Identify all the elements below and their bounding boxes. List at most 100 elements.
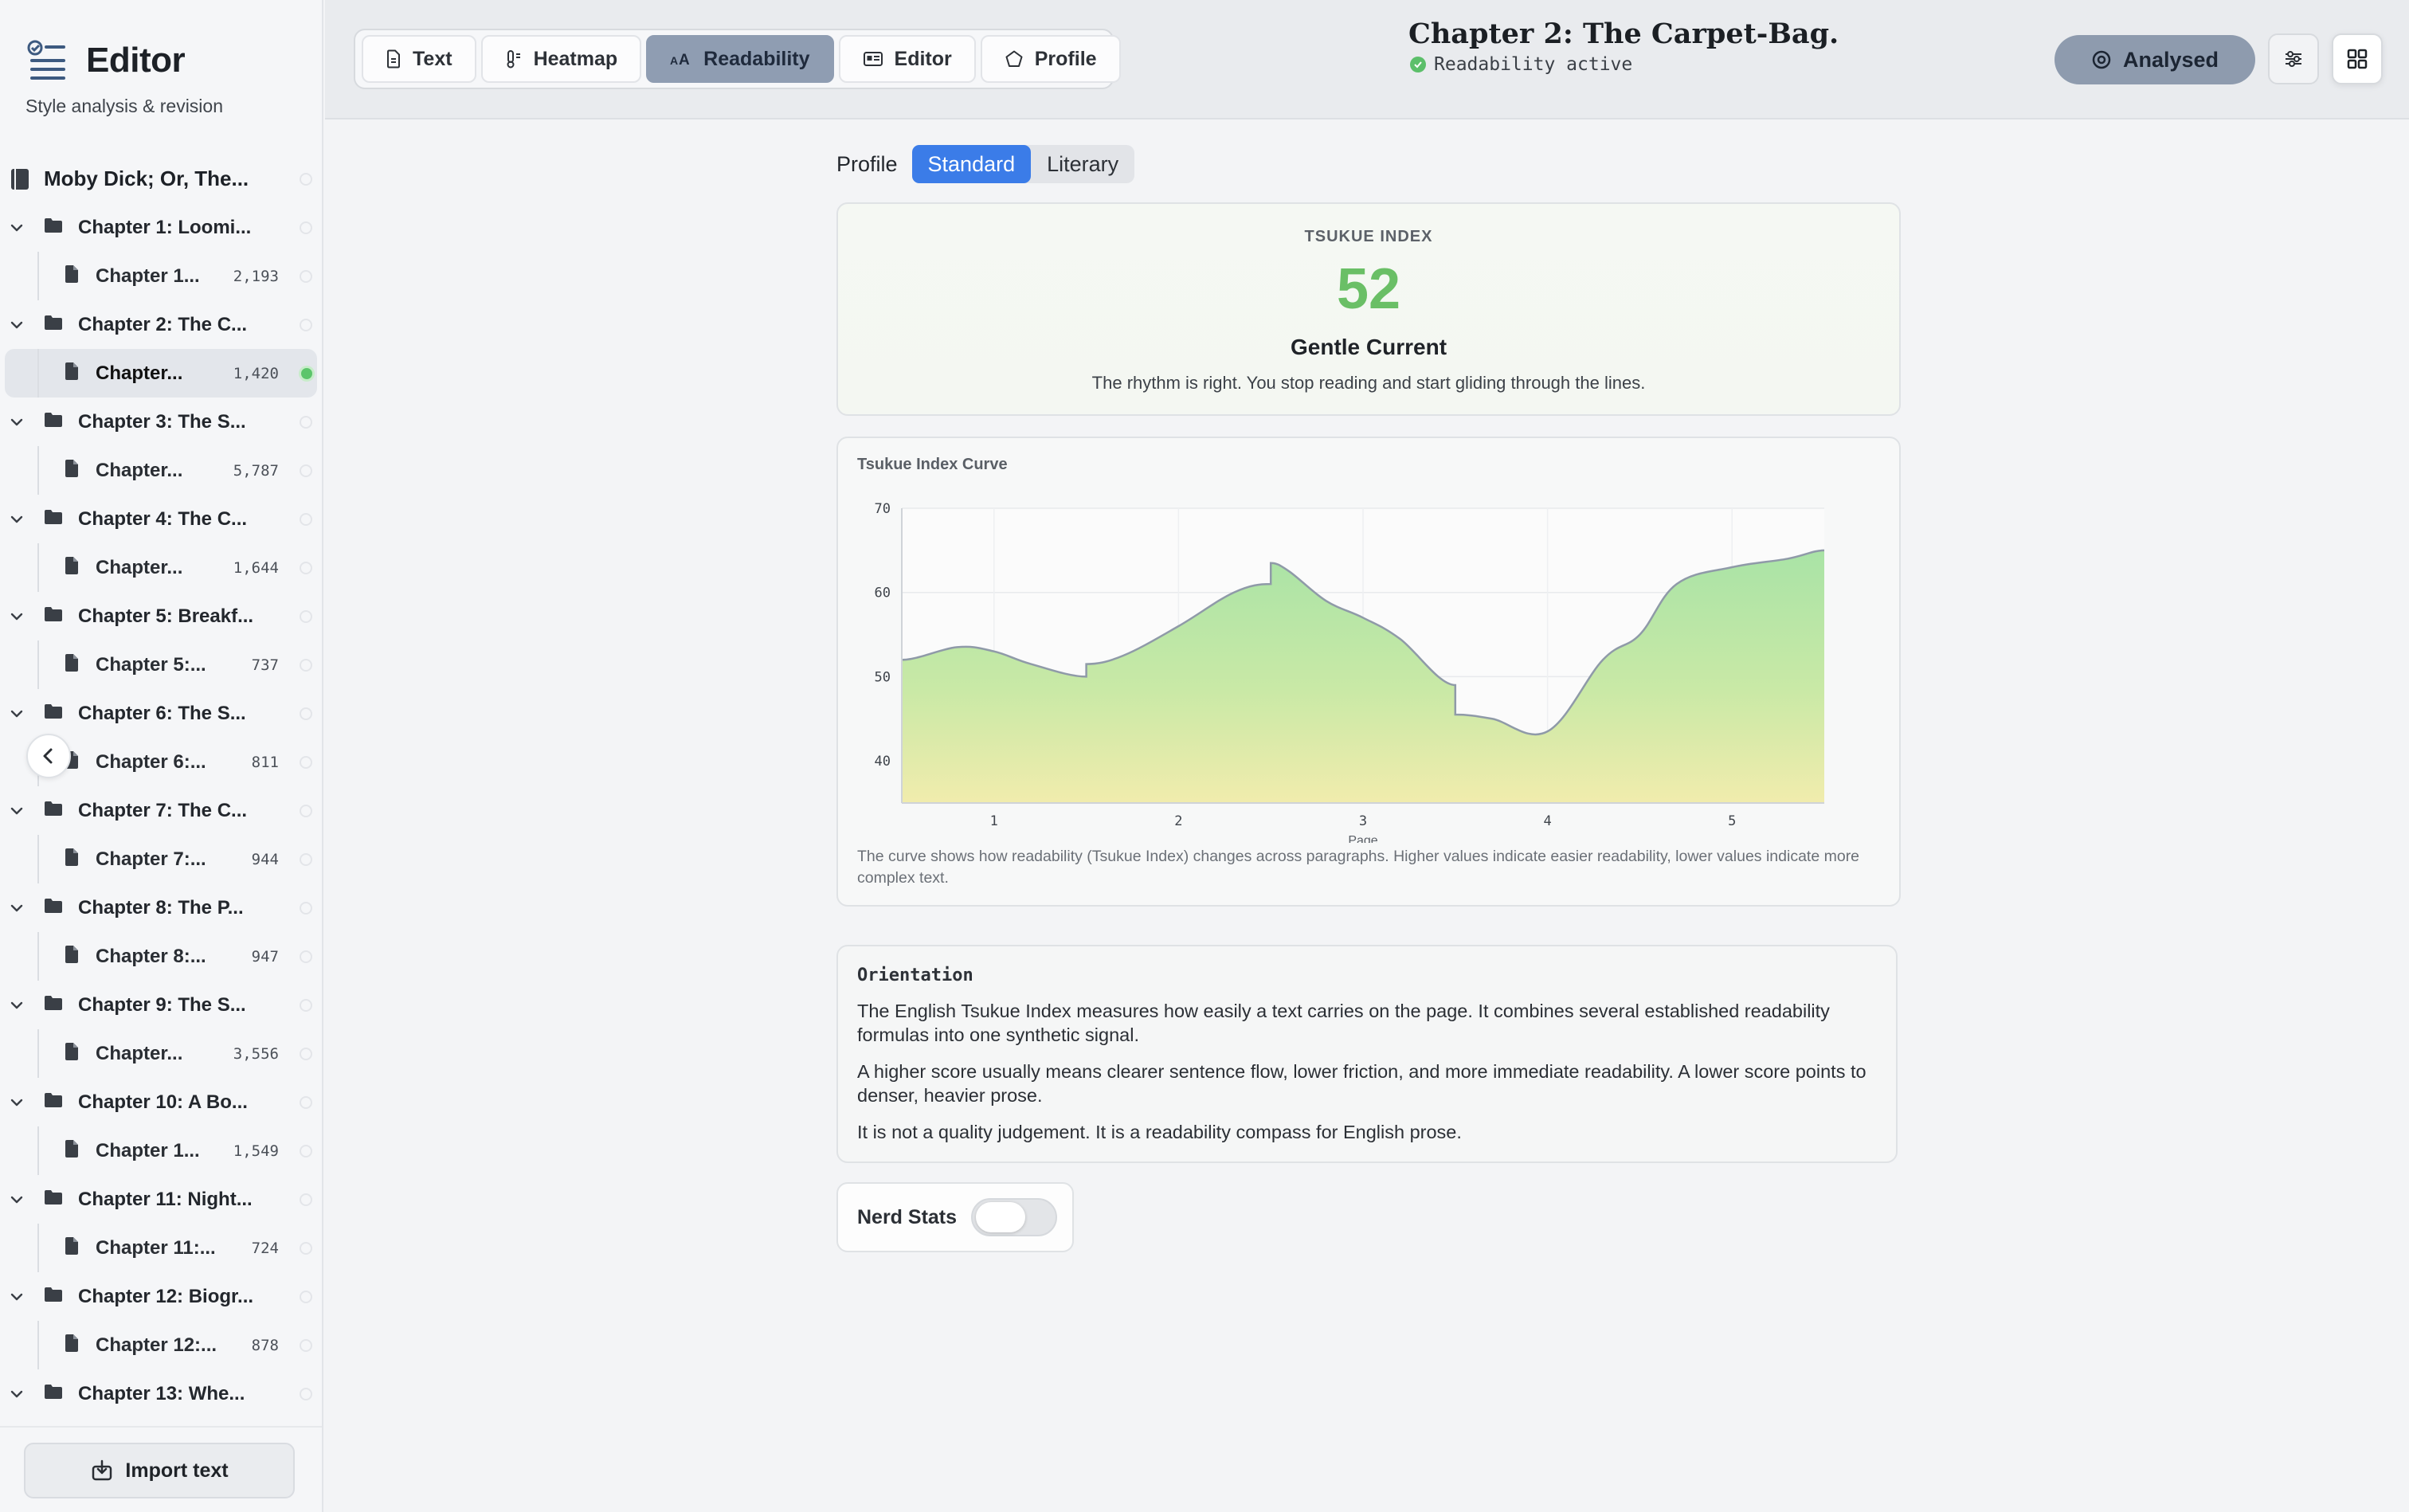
status-dot [300,172,312,186]
tree-document[interactable]: Chapter 1... 2,193 [0,252,322,300]
folder-label: Chapter 13: Whe... [78,1382,245,1404]
tree-book[interactable]: Moby Dick; Or, The... [0,155,322,203]
tab-text[interactable]: Text [362,35,476,83]
status-dot [300,901,312,915]
tree-chapter-folder[interactable]: Chapter 13: Whe... [0,1369,322,1418]
tree-chapter-folder[interactable]: Chapter 9: The S... [0,981,322,1029]
nerd-stats-toggle[interactable] [971,1198,1058,1236]
grid-icon [2347,49,2368,69]
tree-chapter-folder[interactable]: Chapter 8: The P... [0,883,322,932]
nerd-stats-card: Nerd Stats [836,1182,1074,1252]
index-description: The rhythm is right. You stop reading an… [1091,373,1646,393]
tree-chapter-folder[interactable]: Chapter 11: Night... [0,1175,322,1224]
tree-chapter-folder[interactable]: Chapter 5: Breakf... [0,592,322,640]
tree-document[interactable]: Chapter 11:... 724 [0,1224,322,1272]
chevron-down-icon[interactable] [8,413,25,431]
tree-document[interactable]: Chapter... 1,420 [5,349,317,398]
text-size-icon: AA [670,50,692,68]
folder-icon [43,411,64,433]
tab-editor[interactable]: Editor [838,35,976,83]
import-icon [92,1459,112,1481]
tree-document[interactable]: Chapter 5:... 737 [0,640,322,689]
chevron-down-icon[interactable] [8,1288,25,1306]
word-count: 3,556 [233,1044,279,1063]
index-kicker: TSUKUE INDEX [1304,228,1433,245]
tab-profile[interactable]: Profile [980,35,1121,83]
chevron-down-icon[interactable] [8,997,25,1014]
x-axis-label: Page [1348,834,1377,843]
id-card-icon [863,50,883,68]
chevron-down-icon[interactable] [8,511,25,528]
chevron-down-icon[interactable] [8,316,25,334]
chevron-down-icon[interactable] [8,802,25,820]
tree-guide-line [37,1029,39,1078]
tree-document[interactable]: Chapter 7:... 944 [0,835,322,883]
tree-chapter-folder[interactable]: Chapter 3: The S... [0,398,322,446]
chevron-down-icon[interactable] [8,899,25,917]
settings-button[interactable] [2268,33,2319,84]
profile-option-standard[interactable]: Standard [911,145,1032,183]
status-dot [300,609,312,623]
chevron-down-icon[interactable] [8,1191,25,1208]
document-icon [64,556,80,579]
document-label: Chapter 8:... [96,945,206,967]
chevron-down-icon[interactable] [8,1385,25,1403]
tree-document[interactable]: Chapter... 1,644 [0,543,322,592]
status-dot [300,221,312,234]
tree-guide-line [37,640,39,689]
tab-heatmap[interactable]: Heatmap [480,35,642,83]
app-title: Editor [86,41,186,80]
tree-chapter-folder[interactable]: Chapter 12: Biogr... [0,1272,322,1321]
status-dot [300,269,312,283]
collapse-sidebar-button[interactable] [26,734,71,778]
chapter-title: Chapter 2: The Carpet-Bag. [1408,18,1839,50]
book-title: Moby Dick; Or, The... [44,166,249,190]
document-label: Chapter 12:... [96,1334,217,1356]
status-dot [300,707,312,720]
folder-label: Chapter 9: The S... [78,993,246,1016]
tree-chapter-folder[interactable]: Chapter 4: The C... [0,495,322,543]
status-dot [300,1193,312,1206]
tree-chapter-folder[interactable]: Chapter 7: The C... [0,786,322,835]
chevron-down-icon[interactable] [8,1094,25,1111]
word-count: 878 [251,1336,279,1354]
folder-icon [43,994,64,1016]
word-count: 1,420 [233,364,279,382]
tree-document[interactable]: Chapter 12:... 878 [0,1321,322,1369]
word-count: 944 [251,850,279,868]
folder-label: Chapter 2: The C... [78,313,248,335]
status-dot [300,1387,312,1400]
folder-icon [43,605,64,627]
grid-view-button[interactable] [2332,33,2383,84]
tree-guide-line [37,835,39,883]
word-count: 811 [251,753,279,771]
document-icon [64,459,80,482]
tree-guide-line [37,1321,39,1369]
tree-guide-line [37,932,39,981]
tree-document[interactable]: Chapter... 3,556 [0,1029,322,1078]
status-dot [300,318,312,331]
status-dot [300,1290,312,1303]
tree-guide-line [37,446,39,495]
pentagon-icon [1005,49,1024,69]
orientation-card: Orientation The English Tsukue Index mea… [836,945,1898,1163]
tree-document[interactable]: Chapter 1... 1,549 [0,1126,322,1175]
folder-label: Chapter 12: Biogr... [78,1285,254,1307]
chevron-down-icon[interactable] [8,705,25,723]
chevron-down-icon[interactable] [8,608,25,625]
tab-readability[interactable]: A A Readability [646,35,834,83]
tree-chapter-folder[interactable]: Chapter 1: Loomi... [0,203,322,252]
analysed-button[interactable]: Analysed [2055,35,2255,84]
profile-option-literary[interactable]: Literary [1031,145,1134,183]
folder-icon [43,1091,64,1113]
tree-chapter-folder[interactable]: Chapter 10: A Bo... [0,1078,322,1126]
tree-document[interactable]: Chapter 8:... 947 [0,932,322,981]
sliders-icon [2286,51,2301,67]
tree-chapter-folder[interactable]: Chapter 6: The S... [0,689,322,738]
tree-document[interactable]: Chapter... 5,787 [0,446,322,495]
tree-chapter-folder[interactable]: Chapter 2: The C... [0,300,322,349]
import-text-button[interactable]: Import text [24,1443,295,1498]
folder-label: Chapter 3: The S... [78,410,246,433]
profile-segmented-control: Standard Literary [911,145,1135,183]
chevron-down-icon[interactable] [8,219,25,237]
